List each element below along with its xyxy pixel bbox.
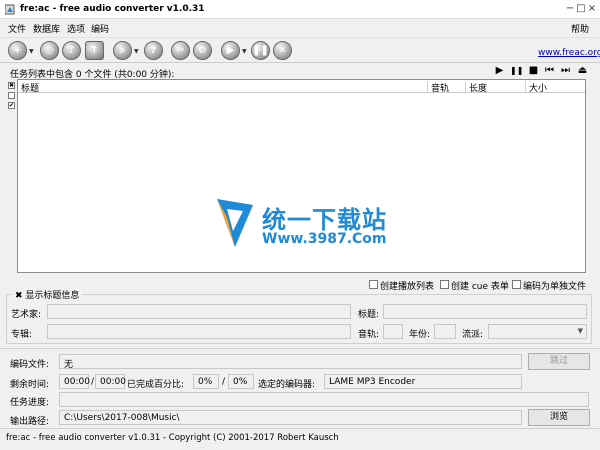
job-progress-label: 任务进度:	[10, 398, 50, 408]
status-text: fre:ac - free audio converter v1.0.31 - …	[6, 433, 339, 443]
create-playlist-checkbox[interactable]	[369, 280, 378, 289]
column-length[interactable]: 长度	[466, 81, 526, 94]
genre-select[interactable]: ▼	[488, 324, 587, 339]
time-left-label: 剩余时间:	[10, 380, 50, 390]
chevron-down-icon: ▼	[577, 327, 583, 335]
skip-button[interactable]: 跳过	[528, 353, 590, 370]
encoder-label: 选定的编码器:	[258, 380, 316, 390]
config-icon[interactable]: ⚙	[193, 41, 212, 60]
menu-help[interactable]: 帮助	[571, 22, 589, 35]
play-icon[interactable]: ▶	[493, 65, 506, 76]
browse-button[interactable]: 浏览	[528, 409, 590, 426]
add-files-dropdown-icon[interactable]: ▼	[29, 48, 34, 55]
search-dropdown-icon[interactable]: ▼	[134, 48, 139, 55]
menu-bar: 文件 数据库 选项 编码 帮助	[0, 20, 600, 36]
select-none-checkbox[interactable]: ✖	[8, 82, 15, 89]
create-playlist-label: 创建播放列表	[380, 282, 435, 292]
time-left-field: 00:00	[59, 374, 90, 389]
output-path-field[interactable]: C:\Users\2017-008\Music\	[59, 410, 522, 425]
select-all-checkbox[interactable]: ✔	[8, 102, 15, 109]
album-field[interactable]	[47, 324, 351, 339]
watermark-logo-icon	[217, 199, 253, 247]
menu-file[interactable]: 文件	[8, 22, 26, 35]
genre-label: 流派:	[462, 330, 484, 340]
previous-track-icon[interactable]: ⏮	[543, 65, 556, 76]
year-field[interactable]	[434, 324, 456, 339]
encode-file-label: 编码文件:	[10, 360, 50, 370]
time-separator: /	[91, 377, 95, 387]
menu-options[interactable]: 选项	[67, 22, 85, 35]
encode-single-checkbox[interactable]	[512, 280, 521, 289]
menu-encode[interactable]: 编码	[91, 22, 109, 35]
artist-field[interactable]	[47, 304, 351, 319]
next-track-icon[interactable]: ⏭	[559, 65, 572, 76]
job-progress-bar	[59, 392, 589, 407]
track-label: 音轨:	[358, 330, 380, 340]
pause-icon[interactable]: ❚❚	[251, 41, 270, 60]
encoder-field: LAME MP3 Encoder	[324, 374, 522, 389]
create-cue-label: 创建 cue 表单	[451, 282, 509, 292]
divider	[0, 348, 600, 349]
time-total-field: 00:00	[95, 374, 126, 389]
create-cue-checkbox[interactable]	[440, 280, 449, 289]
track-field[interactable]	[383, 324, 403, 339]
title-field[interactable]	[383, 304, 587, 319]
toggle-selection-checkbox[interactable]	[8, 92, 15, 99]
close-button[interactable]: ×	[586, 3, 598, 15]
artist-label: 艺术家:	[11, 310, 42, 320]
toolbar: + ▼ ◎ ♪ ↑ ⌕ ▼ ? ✂ ⚙ ▶ ▼ ❚❚ ✕ www.freac.o…	[0, 37, 600, 63]
add-files-icon[interactable]: +	[8, 41, 27, 60]
cddb-icon[interactable]: ◎	[40, 41, 59, 60]
website-link[interactable]: www.freac.org	[538, 48, 600, 58]
menu-database[interactable]: 数据库	[33, 22, 60, 35]
column-size[interactable]: 大小	[526, 81, 585, 94]
cddb-edit-icon[interactable]: ?	[144, 41, 163, 60]
percent-label: 已完成百分比:	[127, 380, 185, 390]
cddb-submit-icon[interactable]: ↑	[85, 41, 104, 60]
title-label: 标题:	[358, 310, 380, 320]
start-encode-icon[interactable]: ▶	[221, 41, 240, 60]
percent-total-field: 0%	[228, 374, 254, 389]
percent-separator: /	[222, 377, 226, 387]
app-icon	[5, 4, 15, 15]
title-bar: fre:ac - free audio converter v1.0.31 − …	[0, 0, 600, 19]
stop-icon[interactable]: ✕	[273, 41, 292, 60]
encode-single-label: 编码为单独文件	[523, 282, 587, 292]
album-label: 专辑:	[11, 330, 33, 340]
watermark-url: Www.3987.Com	[262, 231, 387, 247]
file-list-header: 标题 音轨 长度 大小	[18, 80, 585, 94]
output-path-label: 输出路径:	[10, 417, 50, 427]
cddb-query-icon[interactable]: ♪	[62, 41, 81, 60]
percent-done-field: 0%	[193, 374, 219, 389]
encode-file-field: 无	[59, 354, 522, 370]
column-track[interactable]: 音轨	[428, 81, 466, 94]
window-title: fre:ac - free audio converter v1.0.31	[20, 4, 205, 14]
search-icon[interactable]: ⌕	[113, 41, 132, 60]
stop-playback-icon[interactable]: ■	[527, 65, 540, 76]
pause-playback-icon[interactable]: ❚❚	[510, 66, 523, 75]
show-title-info-toggle[interactable]: ✖ 显示标题信息	[12, 288, 83, 301]
watermark-title: 统一下载站	[262, 206, 387, 234]
eject-icon[interactable]: ⏏	[576, 65, 589, 76]
column-title[interactable]: 标题	[18, 81, 428, 94]
start-encode-dropdown-icon[interactable]: ▼	[242, 48, 247, 55]
year-label: 年份:	[409, 330, 431, 340]
settings-icon[interactable]: ✂	[171, 41, 190, 60]
